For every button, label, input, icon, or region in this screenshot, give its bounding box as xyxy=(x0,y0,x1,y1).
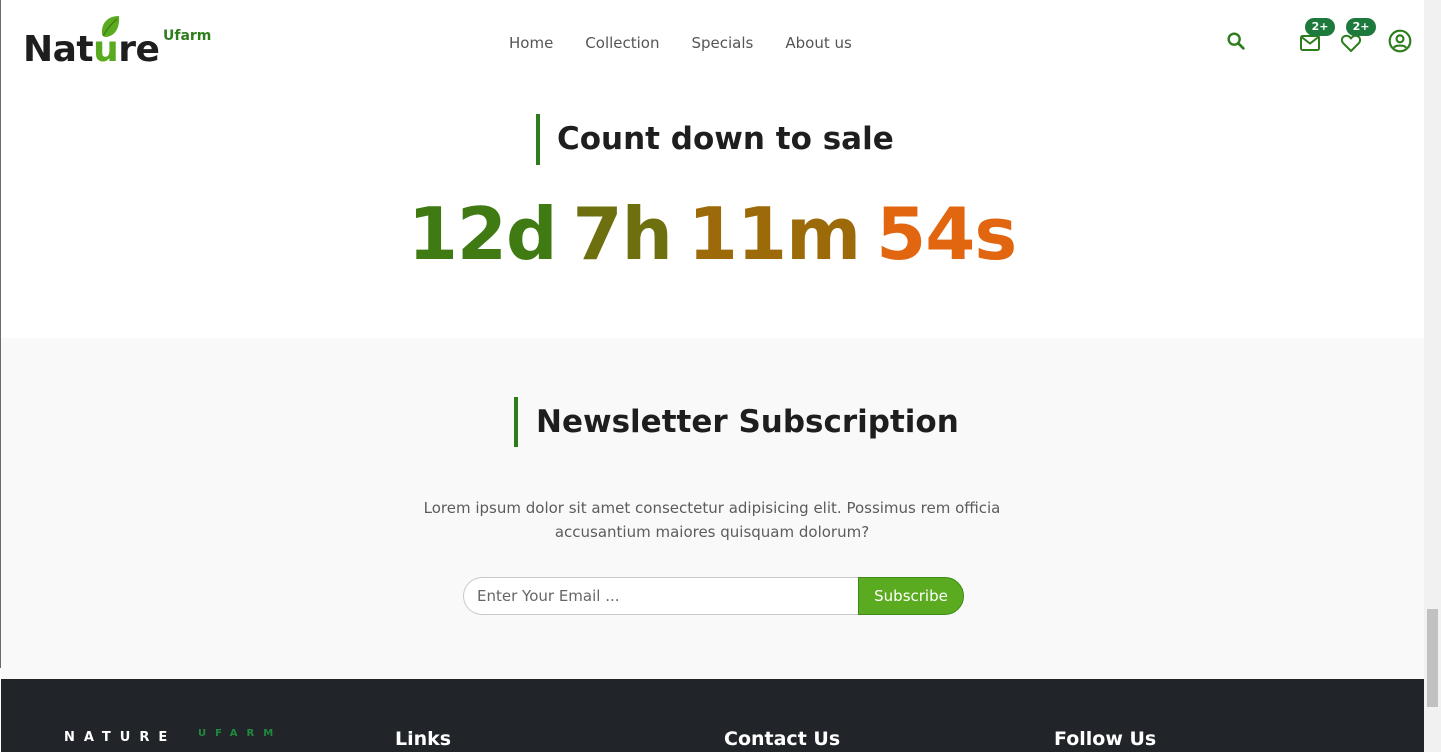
site-logo[interactable]: Nature Ufarm xyxy=(23,14,223,74)
footer-contact-heading: Contact Us xyxy=(724,728,841,750)
nav-specials[interactable]: Specials xyxy=(692,32,754,54)
footer-follow-heading: Follow Us xyxy=(1054,728,1157,750)
search-icon xyxy=(1227,32,1245,50)
account-icon xyxy=(1388,29,1412,53)
main-nav: Home Collection Specials About us xyxy=(509,32,884,54)
nav-collection[interactable]: Collection xyxy=(585,32,659,54)
account-button[interactable] xyxy=(1387,28,1413,54)
logo-subtitle: Ufarm xyxy=(163,28,212,44)
logo-wordmark: Nature xyxy=(23,29,160,70)
nav-home[interactable]: Home xyxy=(509,32,553,54)
countdown-seconds: 54s xyxy=(876,192,1017,276)
footer-brand-subtitle: UFARM xyxy=(198,728,283,739)
site-header: Nature Ufarm Home Collection Specials Ab… xyxy=(1,0,1424,88)
newsletter-section: Newsletter Subscription Lorem ipsum dolo… xyxy=(1,338,1424,679)
site-footer: NATURE UFARM Links Contact Us Follow Us xyxy=(1,679,1424,752)
countdown-timer: 12d 7h 11m 54s xyxy=(0,186,1424,282)
email-input[interactable] xyxy=(463,577,858,615)
wishlist-badge: 2+ xyxy=(1346,18,1376,36)
nav-about-us[interactable]: About us xyxy=(785,32,851,54)
newsletter-form: Subscribe xyxy=(463,577,964,615)
mail-badge: 2+ xyxy=(1305,18,1335,36)
scrollbar-thumb[interactable] xyxy=(1427,609,1438,707)
countdown-days: 12d xyxy=(407,192,558,276)
countdown-title: Count down to sale xyxy=(536,114,894,165)
footer-links-heading: Links xyxy=(395,728,452,750)
search-button[interactable] xyxy=(1223,28,1249,54)
newsletter-description: Lorem ipsum dolor sit amet consectetur a… xyxy=(423,499,1001,541)
wishlist-button[interactable]: 2+ xyxy=(1338,18,1376,56)
mail-button[interactable]: 2+ xyxy=(1297,18,1335,56)
newsletter-title: Newsletter Subscription xyxy=(514,397,959,447)
subscribe-button[interactable]: Subscribe xyxy=(858,577,964,615)
page-scrollbar[interactable] xyxy=(1424,0,1441,752)
countdown-minutes: 11m xyxy=(687,192,861,276)
countdown-hours: 7h xyxy=(572,192,673,276)
footer-brand: NATURE xyxy=(64,730,177,745)
